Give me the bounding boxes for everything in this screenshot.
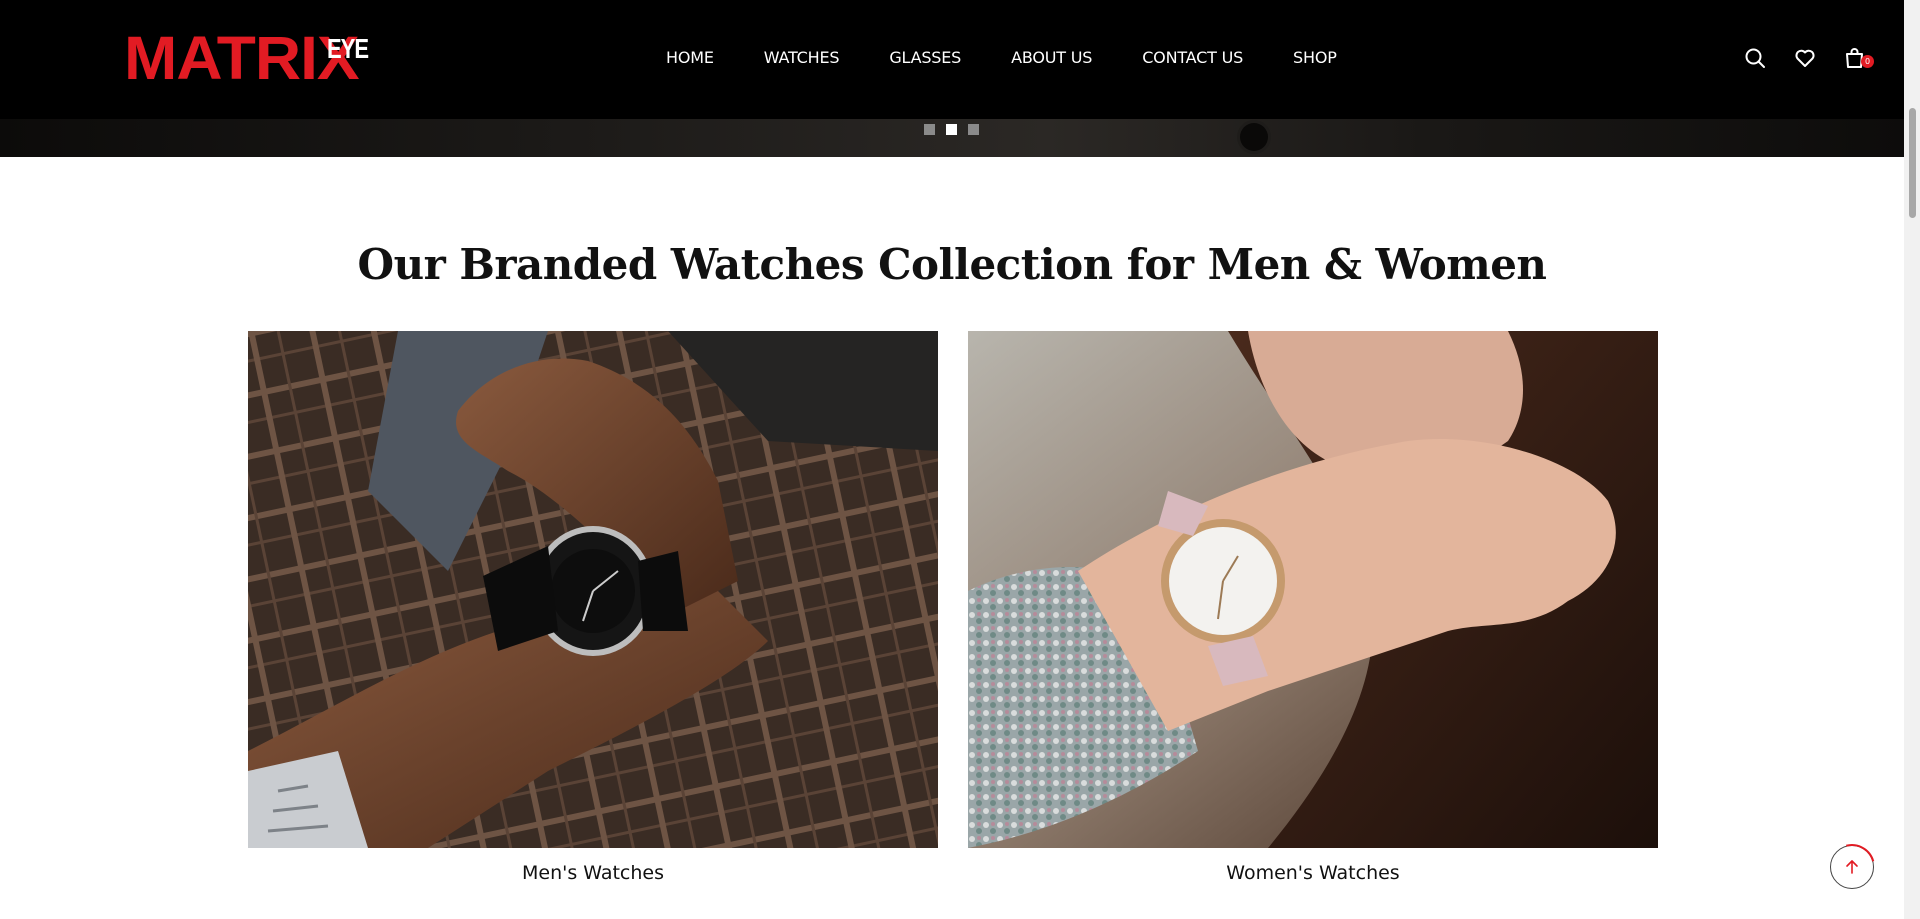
search-icon[interactable] <box>1743 46 1767 70</box>
womens-watches-card: Women's Watches <box>968 331 1658 884</box>
section-title: Our Branded Watches Collection for Men &… <box>357 240 1547 289</box>
slider-pagination <box>924 124 979 135</box>
page-scrollbar[interactable] <box>1904 0 1920 919</box>
slider-dot-1[interactable] <box>924 124 935 135</box>
arrow-up-icon <box>1846 860 1858 874</box>
mens-watches-card: Men's Watches <box>248 331 938 884</box>
header-actions: 0 <box>1743 46 1874 70</box>
nav-contact-us[interactable]: CONTACT US <box>1142 48 1243 67</box>
cart-count-badge: 0 <box>1861 55 1874 68</box>
nav-shop[interactable]: SHOP <box>1293 48 1337 67</box>
cart-icon[interactable]: 0 <box>1843 46 1874 70</box>
slider-dot-2[interactable] <box>946 124 957 135</box>
scrollbar-thumb[interactable] <box>1909 108 1916 218</box>
womens-watches-label[interactable]: Women's Watches <box>968 862 1658 884</box>
scroll-to-top-button[interactable] <box>1830 845 1874 889</box>
nav-about-us[interactable]: ABOUT US <box>1011 48 1092 67</box>
nav-watches[interactable]: WATCHES <box>764 48 840 67</box>
slider-dot-3[interactable] <box>968 124 979 135</box>
womens-watches-image[interactable] <box>968 331 1658 848</box>
logo-text: MATRIX <box>124 23 360 93</box>
heart-icon[interactable] <box>1793 46 1817 70</box>
site-header: MATRIX EYE HOME WATCHES GLASSES ABOUT US… <box>0 0 1904 119</box>
site-logo[interactable]: MATRIX EYE <box>124 23 374 93</box>
mens-watches-image[interactable] <box>248 331 938 848</box>
hero-image-detail <box>1240 123 1268 151</box>
mens-watches-label[interactable]: Men's Watches <box>248 862 938 884</box>
nav-glasses[interactable]: GLASSES <box>889 48 961 67</box>
nav-home[interactable]: HOME <box>666 48 714 67</box>
main-nav: HOME WATCHES GLASSES ABOUT US CONTACT US… <box>666 48 1337 67</box>
logo-subtext: EYE <box>327 32 369 64</box>
